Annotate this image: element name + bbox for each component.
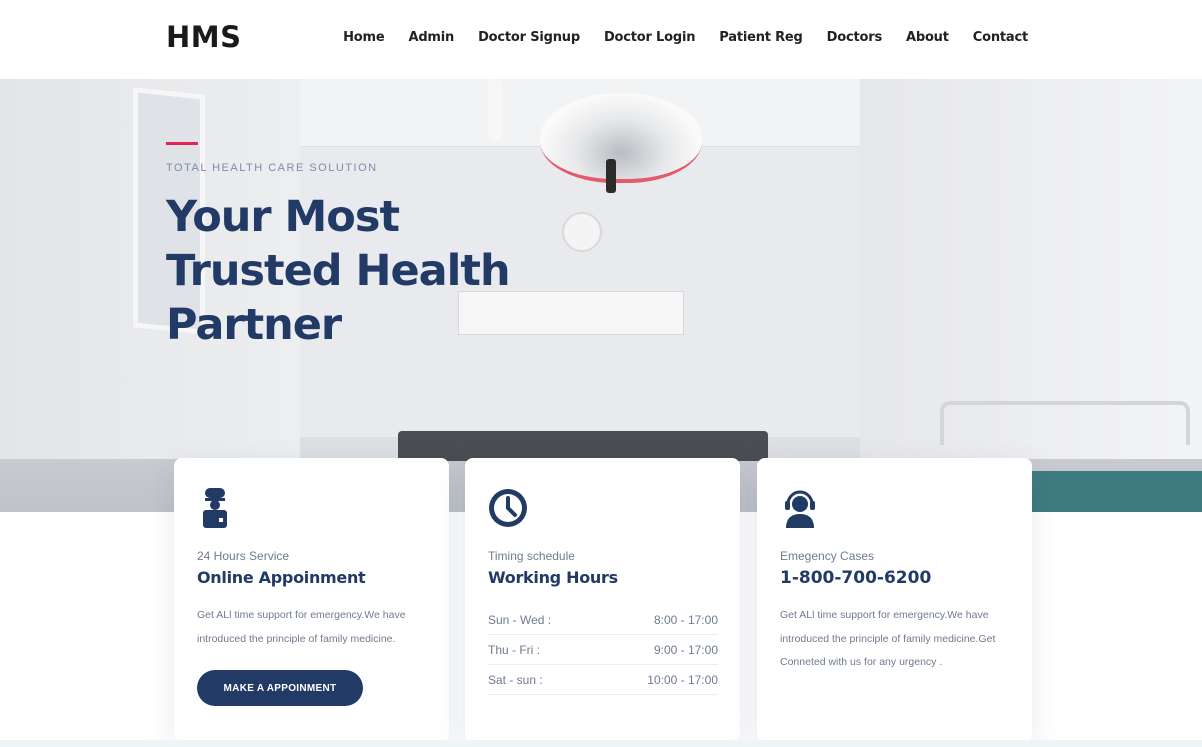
hero-title: Your Most Trusted Health Partner — [166, 192, 511, 350]
nav-doctors[interactable]: Doctors — [827, 30, 883, 45]
hours-days: Sat - sun : — [488, 672, 543, 687]
card-working-hours: Timing schedule Working Hours Sun - Wed … — [465, 458, 740, 742]
card-emergency: Emegency Cases 1-800-700-6200 Get ALl ti… — [757, 458, 1032, 742]
hero-bg-lamp-arm — [488, 79, 502, 141]
hours-days: Sun - Wed : — [488, 612, 552, 627]
hero-bg-bed — [398, 431, 768, 461]
hero-bg-surgical-lamp — [540, 93, 702, 183]
hours-row: Sat - sun : 10:00 - 17:00 — [488, 665, 718, 695]
nav-doctor-login[interactable]: Doctor Login — [604, 30, 696, 45]
nav-patient-reg[interactable]: Patient Reg — [719, 30, 803, 45]
nav-home[interactable]: Home — [343, 30, 385, 45]
card-online-appointment: 24 Hours Service Online Appoinment Get A… — [174, 458, 449, 742]
support-agent-icon — [785, 490, 815, 528]
hours-time: 8:00 - 17:00 — [653, 612, 718, 627]
card-subtitle: 24 Hours Service — [197, 549, 290, 563]
hours-table: Sun - Wed : 8:00 - 17:00 Thu - Fri : 9:0… — [488, 605, 718, 695]
logo[interactable]: HMS — [166, 20, 242, 54]
hours-time: 9:00 - 17:00 — [653, 642, 718, 657]
make-appointment-button[interactable]: MAKE A APPOINMENT — [197, 670, 363, 706]
card-title: Working Hours — [488, 568, 618, 587]
hero-bg-lamp-handle — [606, 159, 616, 193]
hours-row: Sun - Wed : 8:00 - 17:00 — [488, 605, 718, 635]
doctor-icon — [203, 488, 227, 528]
hero-tagline: TOTAL HEALTH CARE SOLUTION — [166, 162, 378, 174]
hero-bg-teal-mattress — [1030, 471, 1202, 512]
hours-time: 10:00 - 17:00 — [647, 672, 718, 687]
nav-doctor-signup[interactable]: Doctor Signup — [478, 30, 580, 45]
nav-contact[interactable]: Contact — [973, 30, 1028, 45]
emergency-phone-number[interactable]: 1-800-700-6200 — [780, 568, 931, 588]
main-nav: Home Admin Doctor Signup Doctor Login Pa… — [343, 30, 1028, 45]
card-subtitle: Emegency Cases — [780, 549, 875, 563]
hours-row: Thu - Fri : 9:00 - 17:00 — [488, 635, 718, 665]
nav-about[interactable]: About — [906, 30, 949, 45]
hero-bg-bed-rail — [940, 401, 1190, 445]
hours-days: Thu - Fri : — [488, 642, 541, 657]
card-text: Get ALl time support for emergency.We ha… — [197, 609, 406, 645]
card-subtitle: Timing schedule — [488, 549, 575, 563]
header: HMS Home Admin Doctor Signup Doctor Logi… — [0, 0, 1202, 79]
hero-accent-bar — [166, 142, 198, 145]
clock-icon — [489, 489, 527, 527]
section-divider — [0, 740, 1202, 747]
hero-bg-right-wall — [860, 79, 1202, 512]
nav-admin[interactable]: Admin — [408, 30, 454, 45]
card-title: Online Appoinment — [197, 568, 366, 587]
card-text: Get ALl time support for emergency.We ha… — [780, 609, 996, 668]
